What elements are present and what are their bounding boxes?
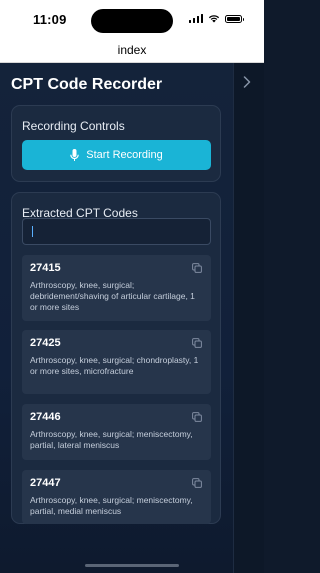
start-recording-label: Start Recording [86, 149, 163, 161]
code-description: Arthroscopy, knee, surgical; debridement… [30, 280, 195, 312]
nav-title: index [117, 43, 147, 57]
home-indicator[interactable] [85, 564, 179, 567]
code-list-item[interactable]: 27446 Arthroscopy, knee, surgical; menis… [22, 404, 211, 460]
side-panel [233, 63, 264, 573]
app-container: CPT Code Recorder Recording Controls Sta… [0, 63, 264, 573]
wifi-icon [208, 15, 220, 23]
code-list-item[interactable]: 27425 Arthroscopy, knee, surgical; chond… [22, 330, 211, 394]
page-title: CPT Code Recorder [11, 76, 163, 93]
code-number: 27415 [30, 262, 61, 274]
code-list-item[interactable]: 27415 Arthroscopy, knee, surgical; debri… [22, 255, 211, 321]
navigation-bar: index [0, 40, 264, 63]
copy-icon[interactable] [192, 478, 202, 488]
code-search-input[interactable] [22, 218, 211, 245]
copy-icon[interactable] [192, 338, 202, 348]
chevron-right-icon [243, 76, 251, 88]
code-number: 27446 [30, 411, 61, 423]
copy-icon[interactable] [192, 263, 202, 273]
status-time: 11:09 [33, 12, 67, 27]
expand-panel-button[interactable] [243, 75, 255, 89]
status-bar: 11:09 [0, 0, 264, 40]
code-list-item[interactable]: 27447 Arthroscopy, knee, surgical; menis… [22, 470, 211, 524]
cellular-signal-icon [188, 14, 203, 23]
copy-icon[interactable] [192, 412, 202, 422]
code-number: 27425 [30, 337, 61, 349]
code-description: Arthroscopy, knee, surgical; chondroplas… [30, 355, 199, 376]
status-icons [188, 14, 244, 23]
start-recording-button[interactable]: Start Recording [22, 140, 211, 170]
battery-icon [225, 14, 244, 23]
code-description: Arthroscopy, knee, surgical; meniscectom… [30, 495, 193, 516]
dynamic-island [91, 9, 173, 33]
recording-controls-heading: Recording Controls [22, 119, 125, 133]
code-number: 27447 [30, 477, 61, 489]
code-description: Arthroscopy, knee, surgical; meniscectom… [30, 429, 193, 450]
recording-controls-card: Recording Controls Start Recording [11, 105, 221, 182]
extracted-codes-card: Extracted CPT Codes 27415 Arthroscopy, k… [11, 192, 221, 524]
microphone-icon [70, 148, 80, 161]
text-cursor [32, 226, 33, 237]
